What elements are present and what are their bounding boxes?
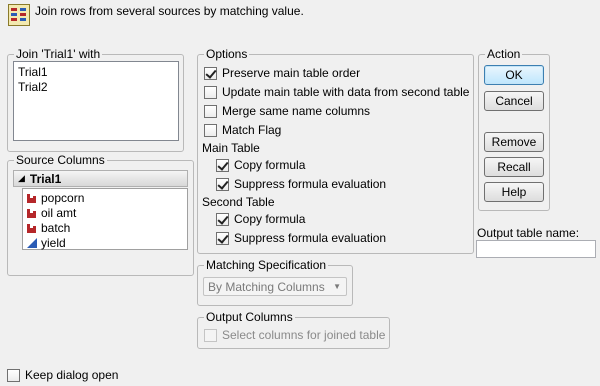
nominal-bar-icon	[27, 223, 36, 233]
column-batch[interactable]: batch	[27, 220, 70, 235]
recall-button[interactable]: Recall	[484, 157, 544, 177]
cancel-button[interactable]: Cancel	[484, 91, 544, 111]
options-group: Options Preserve main table order Update…	[197, 47, 474, 254]
matching-spec-legend: Matching Specification	[204, 258, 329, 272]
join-app-icon	[8, 4, 30, 26]
source-table-name: Trial1	[29, 171, 62, 186]
action-group: Action OK Cancel Remove Recall Help	[478, 47, 550, 211]
options-legend: Options	[204, 47, 250, 61]
join-with-group: Join 'Trial1' with Trial1 Trial2	[7, 47, 184, 152]
chevron-down-icon: ▼	[333, 282, 341, 291]
checkbox-box[interactable]	[204, 66, 217, 80]
select-output-columns-checkbox[interactable]: Select columns for joined table	[204, 327, 385, 343]
main-suppress-eval-checkbox[interactable]: Suppress formula evaluation	[216, 176, 386, 192]
second-suppress-eval-checkbox[interactable]: Suppress formula evaluation	[216, 230, 386, 246]
matching-spec-group: Matching Specification By Matching Colum…	[197, 258, 353, 306]
checkbox-label: Merge same name columns	[222, 104, 371, 118]
column-popcorn[interactable]: popcorn	[27, 190, 84, 205]
checkbox-box[interactable]	[204, 328, 217, 342]
join-with-legend: Join 'Trial1' with	[14, 47, 103, 61]
checkbox-label: Suppress formula evaluation	[234, 231, 387, 245]
merge-same-name-checkbox[interactable]: Merge same name columns	[204, 103, 370, 119]
checkbox-label: Suppress formula evaluation	[234, 177, 387, 191]
ok-button[interactable]: OK	[484, 65, 544, 85]
column-label: oil amt	[41, 205, 77, 220]
column-label: popcorn	[41, 190, 85, 205]
checkbox-box[interactable]	[216, 177, 229, 191]
output-columns-legend: Output Columns	[204, 310, 295, 324]
checkbox-box[interactable]	[216, 231, 229, 245]
checkbox-box[interactable]	[7, 368, 20, 382]
join-with-listbox[interactable]: Trial1 Trial2	[13, 61, 179, 141]
collapse-triangle-icon[interactable]: ◢	[18, 174, 25, 183]
column-label: batch	[41, 220, 71, 235]
dialog-description: Join rows from several sources by matchi…	[35, 4, 304, 18]
list-item-trial1[interactable]: Trial1	[18, 65, 48, 79]
output-columns-group: Output Columns Select columns for joined…	[197, 310, 390, 349]
remove-button[interactable]: Remove	[484, 132, 544, 152]
nominal-bar-icon	[27, 193, 36, 203]
matching-spec-value: By Matching Columns	[208, 279, 325, 294]
list-item-trial2[interactable]: Trial2	[18, 80, 48, 94]
matching-spec-select[interactable]: By Matching Columns ▼	[203, 277, 347, 296]
checkbox-label: Keep dialog open	[25, 368, 119, 382]
checkbox-label: Copy formula	[234, 212, 306, 226]
checkbox-label: Copy formula	[234, 158, 306, 172]
source-columns-legend: Source Columns	[14, 153, 107, 167]
column-oil-amt[interactable]: oil amt	[27, 205, 76, 220]
output-table-label: Output table name:	[477, 226, 580, 240]
checkbox-box[interactable]	[216, 158, 229, 172]
checkbox-label: Preserve main table order	[222, 66, 361, 80]
source-table-header[interactable]: ◢ Trial1	[13, 170, 188, 187]
source-columns-listbox[interactable]: popcorn oil amt batch yield	[22, 188, 188, 250]
checkbox-box[interactable]	[204, 85, 217, 99]
checkbox-label: Update main table with data from second …	[222, 85, 470, 99]
output-table-name-field[interactable]	[476, 240, 596, 258]
main-table-label: Main Table	[202, 141, 260, 155]
source-columns-group: Source Columns ◢ Trial1 popcorn oil amt …	[7, 153, 194, 276]
checkbox-box[interactable]	[204, 104, 217, 118]
column-yield[interactable]: yield	[27, 235, 66, 250]
nominal-bar-icon	[27, 208, 36, 218]
checkbox-label: Select columns for joined table	[222, 328, 386, 342]
column-label: yield	[41, 235, 66, 250]
main-copy-formula-checkbox[interactable]: Copy formula	[216, 157, 305, 173]
help-button[interactable]: Help	[484, 182, 544, 202]
update-main-table-checkbox[interactable]: Update main table with data from second …	[204, 84, 469, 100]
preserve-main-order-checkbox[interactable]: Preserve main table order	[204, 65, 360, 81]
keep-dialog-open-checkbox[interactable]: Keep dialog open	[7, 367, 118, 383]
continuous-triangle-icon	[27, 237, 37, 248]
match-flag-checkbox[interactable]: Match Flag	[204, 122, 281, 138]
checkbox-box[interactable]	[204, 123, 217, 137]
checkbox-label: Match Flag	[222, 123, 282, 137]
second-copy-formula-checkbox[interactable]: Copy formula	[216, 211, 305, 227]
action-legend: Action	[485, 47, 523, 61]
checkbox-box[interactable]	[216, 212, 229, 226]
second-table-label: Second Table	[202, 195, 275, 209]
